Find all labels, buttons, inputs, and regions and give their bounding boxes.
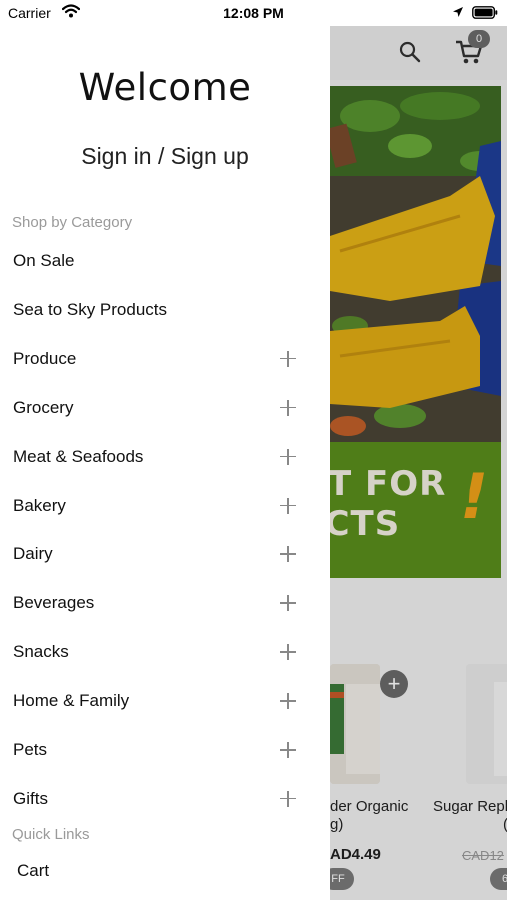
- category-label: Beverages: [13, 593, 95, 613]
- category-item-meat-seafoods[interactable]: Meat & Seafoods: [0, 437, 330, 477]
- expand-plus-icon[interactable]: [279, 643, 297, 661]
- battery-icon: [472, 6, 498, 19]
- category-label: Pets: [13, 740, 48, 759]
- status-bar: Carrier 12:08 PM: [0, 0, 507, 26]
- expand-plus-icon[interactable]: [279, 594, 297, 612]
- category-item-gifts[interactable]: Gifts: [0, 779, 330, 819]
- category-item-pets[interactable]: Pets: [0, 730, 330, 770]
- expand-plus-icon[interactable]: [279, 350, 297, 368]
- quick-link-cart[interactable]: Cart: [17, 861, 49, 881]
- sign-in-link[interactable]: Sign in / Sign up: [0, 143, 330, 170]
- category-label: Gifts: [13, 788, 48, 808]
- category-item-dairy[interactable]: Dairy: [0, 534, 330, 574]
- category-label: Grocery: [13, 397, 74, 417]
- category-item-grocery[interactable]: Grocery: [0, 388, 330, 428]
- category-item-produce[interactable]: Produce: [0, 339, 330, 379]
- category-label: Home & Family: [13, 691, 130, 711]
- expand-plus-icon[interactable]: [279, 741, 297, 759]
- category-label: Produce: [13, 348, 77, 368]
- expand-plus-icon[interactable]: [279, 448, 297, 466]
- category-item-on-sale[interactable]: On Sale: [0, 241, 330, 281]
- category-label: Snacks: [13, 642, 69, 662]
- welcome-title: Welcome: [78, 66, 252, 109]
- location-arrow-icon: [453, 7, 463, 17]
- category-label: On Sale: [13, 251, 75, 270]
- expand-plus-icon[interactable]: [279, 497, 297, 515]
- category-label: Dairy: [13, 544, 53, 564]
- category-item-sea-to-sky-products[interactable]: Sea to Sky Products: [0, 290, 330, 330]
- status-time: 12:08 PM: [223, 5, 284, 21]
- category-item-snacks[interactable]: Snacks: [0, 632, 330, 672]
- shop-by-category-heading: Shop by Category: [12, 214, 133, 231]
- category-label: Bakery: [13, 495, 66, 515]
- expand-plus-icon[interactable]: [279, 545, 297, 563]
- category-item-home-family[interactable]: Home & Family: [0, 681, 330, 721]
- quick-links-heading: Quick Links: [12, 826, 90, 843]
- expand-plus-icon[interactable]: [279, 692, 297, 710]
- category-item-beverages[interactable]: Beverages: [0, 583, 330, 623]
- category-label: Sea to Sky Products: [13, 299, 168, 319]
- expand-plus-icon[interactable]: [279, 399, 297, 417]
- expand-plus-icon[interactable]: [279, 790, 297, 808]
- category-label: Meat & Seafoods: [13, 446, 144, 466]
- side-drawer-menu: Welcome Sign in / Sign up Shop by Catego…: [0, 26, 330, 900]
- category-item-bakery[interactable]: Bakery: [0, 486, 330, 526]
